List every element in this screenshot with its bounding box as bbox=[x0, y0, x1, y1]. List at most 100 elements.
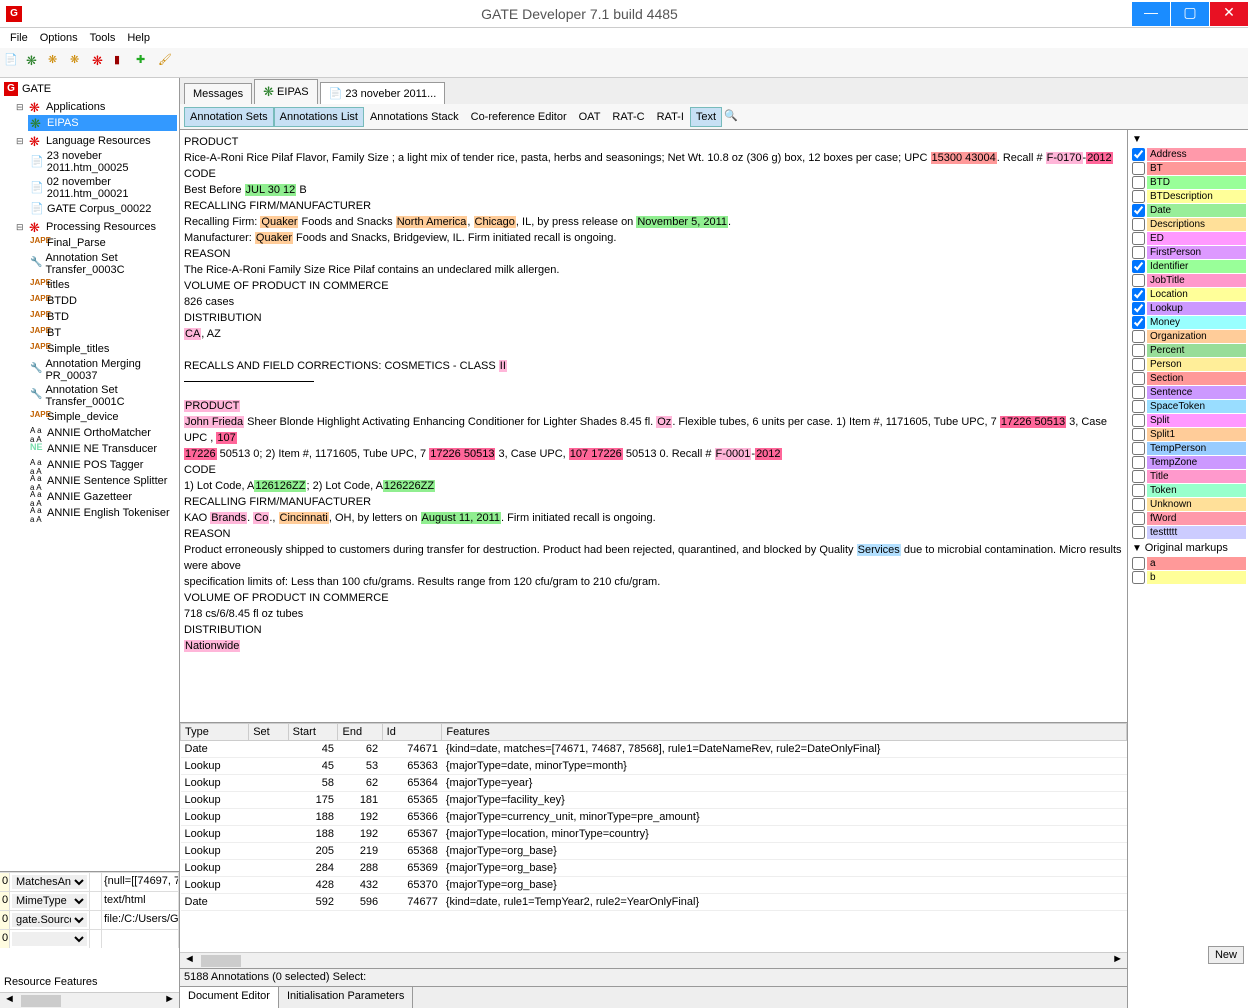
set-checkbox[interactable] bbox=[1132, 557, 1145, 570]
set-checkbox[interactable] bbox=[1132, 218, 1145, 231]
table-row[interactable]: Date59259674677{kind=date, rule1=TempYea… bbox=[181, 894, 1127, 911]
set-checkbox[interactable] bbox=[1132, 302, 1145, 315]
resource-features-grid[interactable]: 0MatchesAnnots{null=[[74697, 74699], [70… bbox=[0, 872, 179, 972]
set-checkbox[interactable] bbox=[1132, 330, 1145, 343]
expander-icon[interactable]: ⊟ bbox=[16, 102, 26, 113]
set-checkbox[interactable] bbox=[1132, 386, 1145, 399]
document-text[interactable]: PRODUCT Rice-A-Roni Rice Pilaf Flavor, F… bbox=[180, 130, 1127, 722]
tab-messages[interactable]: Messages bbox=[184, 83, 252, 104]
set-checkbox[interactable] bbox=[1132, 442, 1145, 455]
set-checkbox[interactable] bbox=[1132, 526, 1145, 539]
annotation-set-row[interactable]: a bbox=[1130, 557, 1246, 570]
annotation-set-row[interactable]: Identifier bbox=[1130, 260, 1246, 273]
annotation-set-row[interactable]: JobTitle bbox=[1130, 274, 1246, 287]
tab-init-params[interactable]: Initialisation Parameters bbox=[279, 987, 413, 1008]
annotation-set-row[interactable]: Percent bbox=[1130, 344, 1246, 357]
annotation-set-row[interactable]: testtttt bbox=[1130, 526, 1246, 539]
annotation-set-row[interactable]: b bbox=[1130, 571, 1246, 584]
close-button[interactable]: ✕ bbox=[1210, 2, 1248, 26]
collapse-arrow-icon[interactable]: ▼ bbox=[1130, 132, 1246, 147]
tree-item[interactable]: 📄23 noveber 2011.htm_00025 bbox=[28, 149, 177, 175]
annotation-set-row[interactable]: BTDescription bbox=[1130, 190, 1246, 203]
tree-item[interactable]: JAPEBTDD bbox=[28, 293, 177, 309]
tree-item[interactable]: 📄02 november 2011.htm_00021 bbox=[28, 175, 177, 201]
set-checkbox[interactable] bbox=[1132, 190, 1145, 203]
annotation-set-row[interactable]: Money bbox=[1130, 316, 1246, 329]
tab-document[interactable]: 📄23 noveber 2011... bbox=[320, 82, 446, 104]
set-checkbox[interactable] bbox=[1132, 344, 1145, 357]
annotation-set-row[interactable]: TempPerson bbox=[1130, 442, 1246, 455]
annotation-set-row[interactable]: Section bbox=[1130, 372, 1246, 385]
view-button[interactable]: RAT-I bbox=[651, 107, 690, 127]
tree-item[interactable]: JAPEBT bbox=[28, 325, 177, 341]
tree-item[interactable]: 🔧Annotation Set Transfer_0001C bbox=[28, 383, 177, 409]
tab-eipas[interactable]: ❋EIPAS bbox=[254, 79, 318, 104]
table-row[interactable]: Lookup28428865369{majorType=org_base} bbox=[181, 860, 1127, 877]
set-checkbox[interactable] bbox=[1132, 428, 1145, 441]
rf-key-select[interactable]: MatchesAnnots bbox=[12, 875, 87, 889]
tree-item-eipas[interactable]: ❋EIPAS bbox=[28, 115, 177, 131]
set-checkbox[interactable] bbox=[1132, 274, 1145, 287]
tree-item[interactable]: 🔧Annotation Set Transfer_0003C bbox=[28, 251, 177, 277]
annotation-set-row[interactable]: Organization bbox=[1130, 330, 1246, 343]
set-checkbox[interactable] bbox=[1132, 571, 1145, 584]
annotation-set-row[interactable]: TempZone bbox=[1130, 456, 1246, 469]
set-checkbox[interactable] bbox=[1132, 484, 1145, 497]
set-checkbox[interactable] bbox=[1132, 148, 1145, 161]
rf-key-select[interactable]: MimeType bbox=[12, 894, 87, 908]
tree-item[interactable]: JAPESimple_device bbox=[28, 409, 177, 425]
table-row[interactable]: Lookup586265364{majorType=year} bbox=[181, 775, 1127, 792]
annotation-set-row[interactable]: Person bbox=[1130, 358, 1246, 371]
tree-item[interactable]: JAPEtitles bbox=[28, 277, 177, 293]
tab-document-editor[interactable]: Document Editor bbox=[180, 987, 279, 1008]
annotation-set-row[interactable]: Split1 bbox=[1130, 428, 1246, 441]
view-button[interactable]: Co-reference Editor bbox=[465, 107, 573, 127]
annotation-set-row[interactable]: fWord bbox=[1130, 512, 1246, 525]
annotation-set-row[interactable]: Descriptions bbox=[1130, 218, 1246, 231]
set-checkbox[interactable] bbox=[1132, 400, 1145, 413]
annotation-set-row[interactable]: ED bbox=[1130, 232, 1246, 245]
tree-item[interactable]: A aa AANNIE Sentence Splitter bbox=[28, 473, 177, 489]
annotation-set-row[interactable]: Address bbox=[1130, 148, 1246, 161]
annotation-set-row[interactable]: Date bbox=[1130, 204, 1246, 217]
view-button[interactable]: RAT-C bbox=[606, 107, 650, 127]
minimize-button[interactable]: — bbox=[1132, 2, 1170, 26]
set-checkbox[interactable] bbox=[1132, 162, 1145, 175]
search-icon[interactable]: 🔍 bbox=[724, 109, 740, 125]
set-checkbox[interactable] bbox=[1132, 176, 1145, 189]
scrollbar-horizontal[interactable]: ◄► bbox=[0, 992, 179, 1008]
view-button[interactable]: OAT bbox=[573, 107, 607, 127]
annotation-set-row[interactable]: Location bbox=[1130, 288, 1246, 301]
tree-item[interactable]: A aa AANNIE OrthoMatcher bbox=[28, 425, 177, 441]
set-checkbox[interactable] bbox=[1132, 204, 1145, 217]
toolbar-icon-5[interactable]: ❋ bbox=[92, 53, 112, 73]
set-checkbox[interactable] bbox=[1132, 232, 1145, 245]
set-checkbox[interactable] bbox=[1132, 260, 1145, 273]
collapse-arrow-icon[interactable]: ▼ Original markups bbox=[1130, 540, 1246, 556]
toolbar-icon-2[interactable]: ❋ bbox=[26, 53, 46, 73]
annotation-set-row[interactable]: Sentence bbox=[1130, 386, 1246, 399]
tree-item[interactable]: A aa AANNIE POS Tagger bbox=[28, 457, 177, 473]
view-button[interactable]: Annotations Stack bbox=[364, 107, 465, 127]
table-row[interactable]: Lookup42843265370{majorType=org_base} bbox=[181, 877, 1127, 894]
tree-item[interactable]: A aa AANNIE Gazetteer bbox=[28, 489, 177, 505]
toolbar-icon-8[interactable]: 🖌 bbox=[158, 53, 178, 73]
set-checkbox[interactable] bbox=[1132, 498, 1145, 511]
annotation-set-row[interactable]: Unknown bbox=[1130, 498, 1246, 511]
set-checkbox[interactable] bbox=[1132, 246, 1145, 259]
annotation-sets-panel[interactable]: ▼ AddressBTBTDBTDescriptionDateDescripti… bbox=[1128, 130, 1248, 1008]
tree-item[interactable]: 📄GATE Corpus_00022 bbox=[28, 201, 177, 217]
tree-item[interactable]: 🔧Annotation Merging PR_00037 bbox=[28, 357, 177, 383]
set-checkbox[interactable] bbox=[1132, 512, 1145, 525]
new-button[interactable]: New bbox=[1208, 946, 1244, 964]
resource-tree[interactable]: GGATE ⊟❋Applications ❋EIPAS ⊟❋Language R… bbox=[0, 78, 179, 871]
table-row[interactable]: Lookup17518165365{majorType=facility_key… bbox=[181, 792, 1127, 809]
expander-icon[interactable]: ⊟ bbox=[16, 136, 26, 147]
set-checkbox[interactable] bbox=[1132, 414, 1145, 427]
set-checkbox[interactable] bbox=[1132, 358, 1145, 371]
view-button[interactable]: Annotation Sets bbox=[184, 107, 274, 127]
table-row[interactable]: Lookup18819265366{majorType=currency_uni… bbox=[181, 809, 1127, 826]
set-checkbox[interactable] bbox=[1132, 456, 1145, 469]
annotation-set-row[interactable]: Split bbox=[1130, 414, 1246, 427]
annotation-set-row[interactable]: FirstPerson bbox=[1130, 246, 1246, 259]
